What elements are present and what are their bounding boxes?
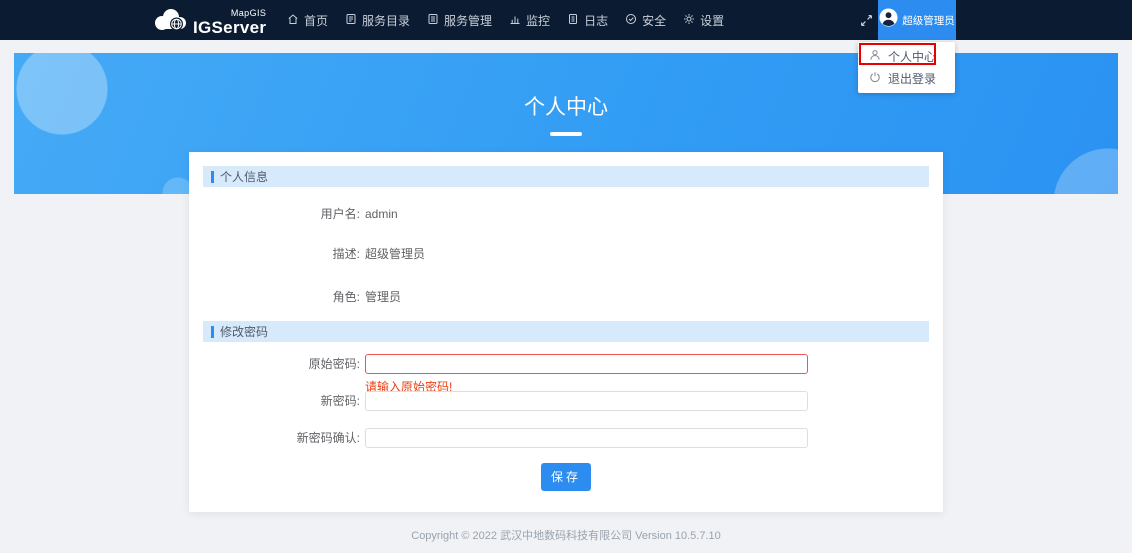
nav-item-log[interactable]: 日志 [567,0,608,40]
brand-igserver-label: IGServer [193,19,266,36]
menu-item-label: 个人中心 [888,48,936,65]
description-value: 超级管理员 [365,245,425,263]
main-nav-menu: 首页 服务目录 服务管理 监控 日志 安全 设置 [287,0,724,40]
new-password-label: 新密码: [203,392,360,410]
nav-item-label: 设置 [700,12,724,29]
user-dropdown-menu: 个人中心 退出登录 [858,42,955,93]
menu-item-logout[interactable]: 退出登录 [858,67,955,89]
section-header-profile: 个人信息 [203,166,929,187]
nav-item-security[interactable]: 安全 [625,0,666,40]
brand-mapgis-label: MapGIS [193,9,266,18]
nav-item-label: 服务目录 [362,12,410,29]
nav-item-label: 安全 [642,12,666,29]
home-icon [287,13,299,28]
section-accent-bar [211,326,214,338]
section-title: 个人信息 [220,168,268,185]
fullscreen-icon[interactable] [860,14,873,27]
service-catalog-icon [345,13,357,28]
nav-item-settings[interactable]: 设置 [683,0,724,40]
nav-item-service-catalog[interactable]: 服务目录 [345,0,410,40]
role-label: 角色: [203,288,360,306]
top-navbar: MapGIS IGServer 首页 服务目录 服务管理 监控 日志 安全 [0,0,1132,40]
profile-card: 个人信息 用户名: admin 描述: 超级管理员 角色: 管理员 修改密码 原… [189,152,943,512]
section-title: 修改密码 [220,323,268,340]
log-icon [567,13,579,28]
settings-icon [683,13,695,28]
confirm-password-input[interactable] [365,428,808,448]
nav-item-home[interactable]: 首页 [287,0,328,40]
save-button[interactable]: 保存 [541,463,591,491]
service-manage-icon [427,13,439,28]
user-menu-button[interactable]: 超级管理员 [878,0,956,40]
title-underline [550,132,582,136]
current-user-name: 超级管理员 [902,13,955,28]
brand-text: MapGIS IGServer [193,9,266,38]
logout-icon [869,71,881,86]
section-header-password: 修改密码 [203,321,929,342]
page-title: 个人中心 [14,91,1118,121]
old-password-input[interactable] [365,354,808,374]
nav-item-label: 服务管理 [444,12,492,29]
username-value: admin [365,205,398,223]
brand-logo[interactable]: MapGIS IGServer [150,6,266,38]
avatar-icon [879,8,898,32]
menu-item-profile-center[interactable]: 个人中心 [858,45,955,67]
nav-item-label: 日志 [584,12,608,29]
description-label: 描述: [203,245,360,263]
nav-item-monitor[interactable]: 监控 [509,0,550,40]
nav-item-label: 首页 [304,12,328,29]
old-password-label: 原始密码: [203,355,360,373]
new-password-input[interactable] [365,391,808,411]
menu-item-label: 退出登录 [888,70,936,87]
copyright-footer: Copyright © 2022 武汉中地数码科技有限公司 Version 10… [0,527,1132,543]
username-label: 用户名: [203,205,360,223]
section-accent-bar [211,171,214,183]
monitor-icon [509,13,521,28]
security-icon [625,13,637,28]
cloud-globe-logo-icon [150,6,190,38]
role-value: 管理员 [365,288,401,306]
person-icon [869,49,881,64]
confirm-password-label: 新密码确认: [203,429,360,447]
nav-item-label: 监控 [526,12,550,29]
nav-item-service-manage[interactable]: 服务管理 [427,0,492,40]
